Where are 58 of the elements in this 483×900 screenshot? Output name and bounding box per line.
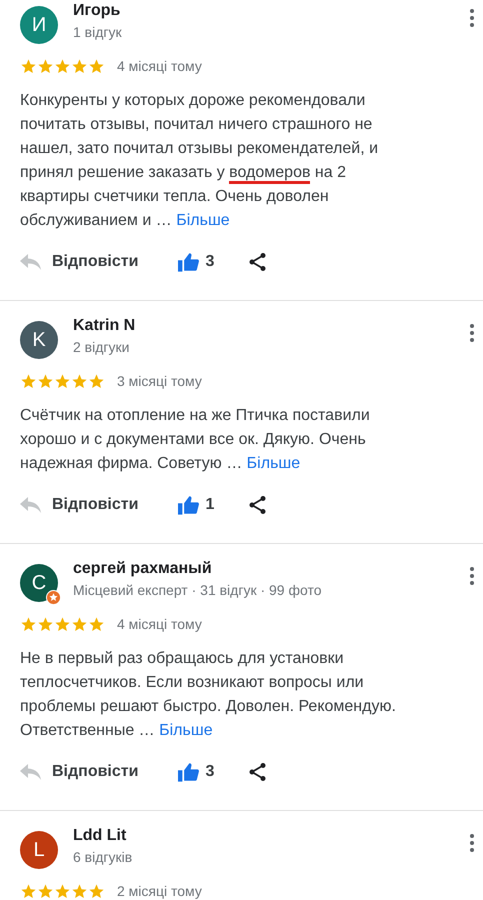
review-date: 2 місяці тому bbox=[117, 882, 202, 900]
star-icon bbox=[71, 883, 88, 900]
thumbs-up-icon[interactable] bbox=[178, 252, 200, 272]
like-count: 3 bbox=[205, 252, 214, 272]
review-text: Конкуренты у которых дороже рекомендовали почитать отзывы, почитал ничего страшного не нашел, зато почитал отзывы рекомендателей, и принял решение заказать у водомеров на 2 квартиры счетчики тепла. Очень доволен обслуживанием и … Більше bbox=[20, 91, 380, 231]
share-icon[interactable] bbox=[248, 762, 268, 782]
star-icon bbox=[37, 883, 54, 900]
star-icon bbox=[88, 616, 105, 633]
star-icon bbox=[20, 373, 37, 390]
reviewer-meta: 6 відгуків bbox=[73, 848, 134, 867]
share-icon[interactable] bbox=[248, 495, 268, 515]
star-icon bbox=[71, 616, 88, 633]
reviewer-meta: 1 відгук bbox=[73, 23, 123, 42]
reply-button[interactable]: Відповісти bbox=[52, 760, 138, 784]
avatar: L bbox=[20, 831, 58, 869]
star-icon bbox=[54, 373, 71, 390]
avatar: С bbox=[20, 564, 58, 602]
reviewer-name[interactable]: Ldd Lit bbox=[73, 825, 469, 847]
more-options-icon[interactable] bbox=[469, 323, 475, 343]
review-date: 4 місяці тому bbox=[117, 615, 202, 634]
like-count: 1 bbox=[205, 495, 214, 515]
star-icon bbox=[20, 58, 37, 75]
review-text: Не в первый раз обращаюсь для установки теплосчетчиков. Если возникают вопросы или проблемы решают быстро. Доволен. Рекомендую. Ответственные … Більше bbox=[20, 649, 397, 741]
star-icon bbox=[71, 58, 88, 75]
more-link[interactable]: Більше bbox=[246, 455, 300, 472]
reply-button[interactable]: Відповісти bbox=[52, 250, 138, 274]
reviewer-name[interactable]: Игорь bbox=[73, 0, 469, 22]
avatar: K bbox=[20, 321, 58, 359]
reviewer-name[interactable]: Katrin N bbox=[73, 315, 469, 337]
share-icon[interactable] bbox=[248, 252, 268, 272]
thumbs-up-icon[interactable] bbox=[178, 495, 200, 515]
star-icon bbox=[88, 58, 105, 75]
star-icon bbox=[37, 58, 54, 75]
reviewer-meta: 2 відгуки bbox=[73, 338, 130, 357]
reviewer-name[interactable]: сергей рахманый bbox=[73, 558, 469, 580]
thumbs-up-icon[interactable] bbox=[178, 762, 200, 782]
more-options-icon[interactable] bbox=[469, 833, 475, 853]
star-icon bbox=[71, 373, 88, 390]
review-text: Счётчик на отопление на же Птичка поставили хорошо и с документами все ок. Дякую. Очень надежная фирма. Советую … Більше bbox=[20, 406, 371, 474]
more-options-icon[interactable] bbox=[469, 566, 475, 586]
star-icon bbox=[88, 883, 105, 900]
star-icon bbox=[54, 883, 71, 900]
star-icon bbox=[37, 616, 54, 633]
reply-button[interactable]: Відповісти bbox=[52, 493, 138, 517]
star-icon bbox=[20, 883, 37, 900]
star-icon bbox=[54, 616, 71, 633]
avatar: И bbox=[20, 6, 58, 44]
like-count: 3 bbox=[205, 762, 214, 782]
reviewer-meta: Місцевий експерт · 31 відгук · 99 фото bbox=[73, 581, 323, 600]
more-link[interactable]: Більше bbox=[176, 212, 230, 229]
review-date: 4 місяці тому bbox=[117, 57, 202, 76]
star-icon bbox=[88, 373, 105, 390]
more-link[interactable]: Більше bbox=[159, 722, 213, 739]
review-date: 3 місяці тому bbox=[117, 372, 202, 391]
star-icon bbox=[37, 373, 54, 390]
star-icon bbox=[54, 58, 71, 75]
star-icon bbox=[20, 616, 37, 633]
more-options-icon[interactable] bbox=[469, 8, 475, 28]
